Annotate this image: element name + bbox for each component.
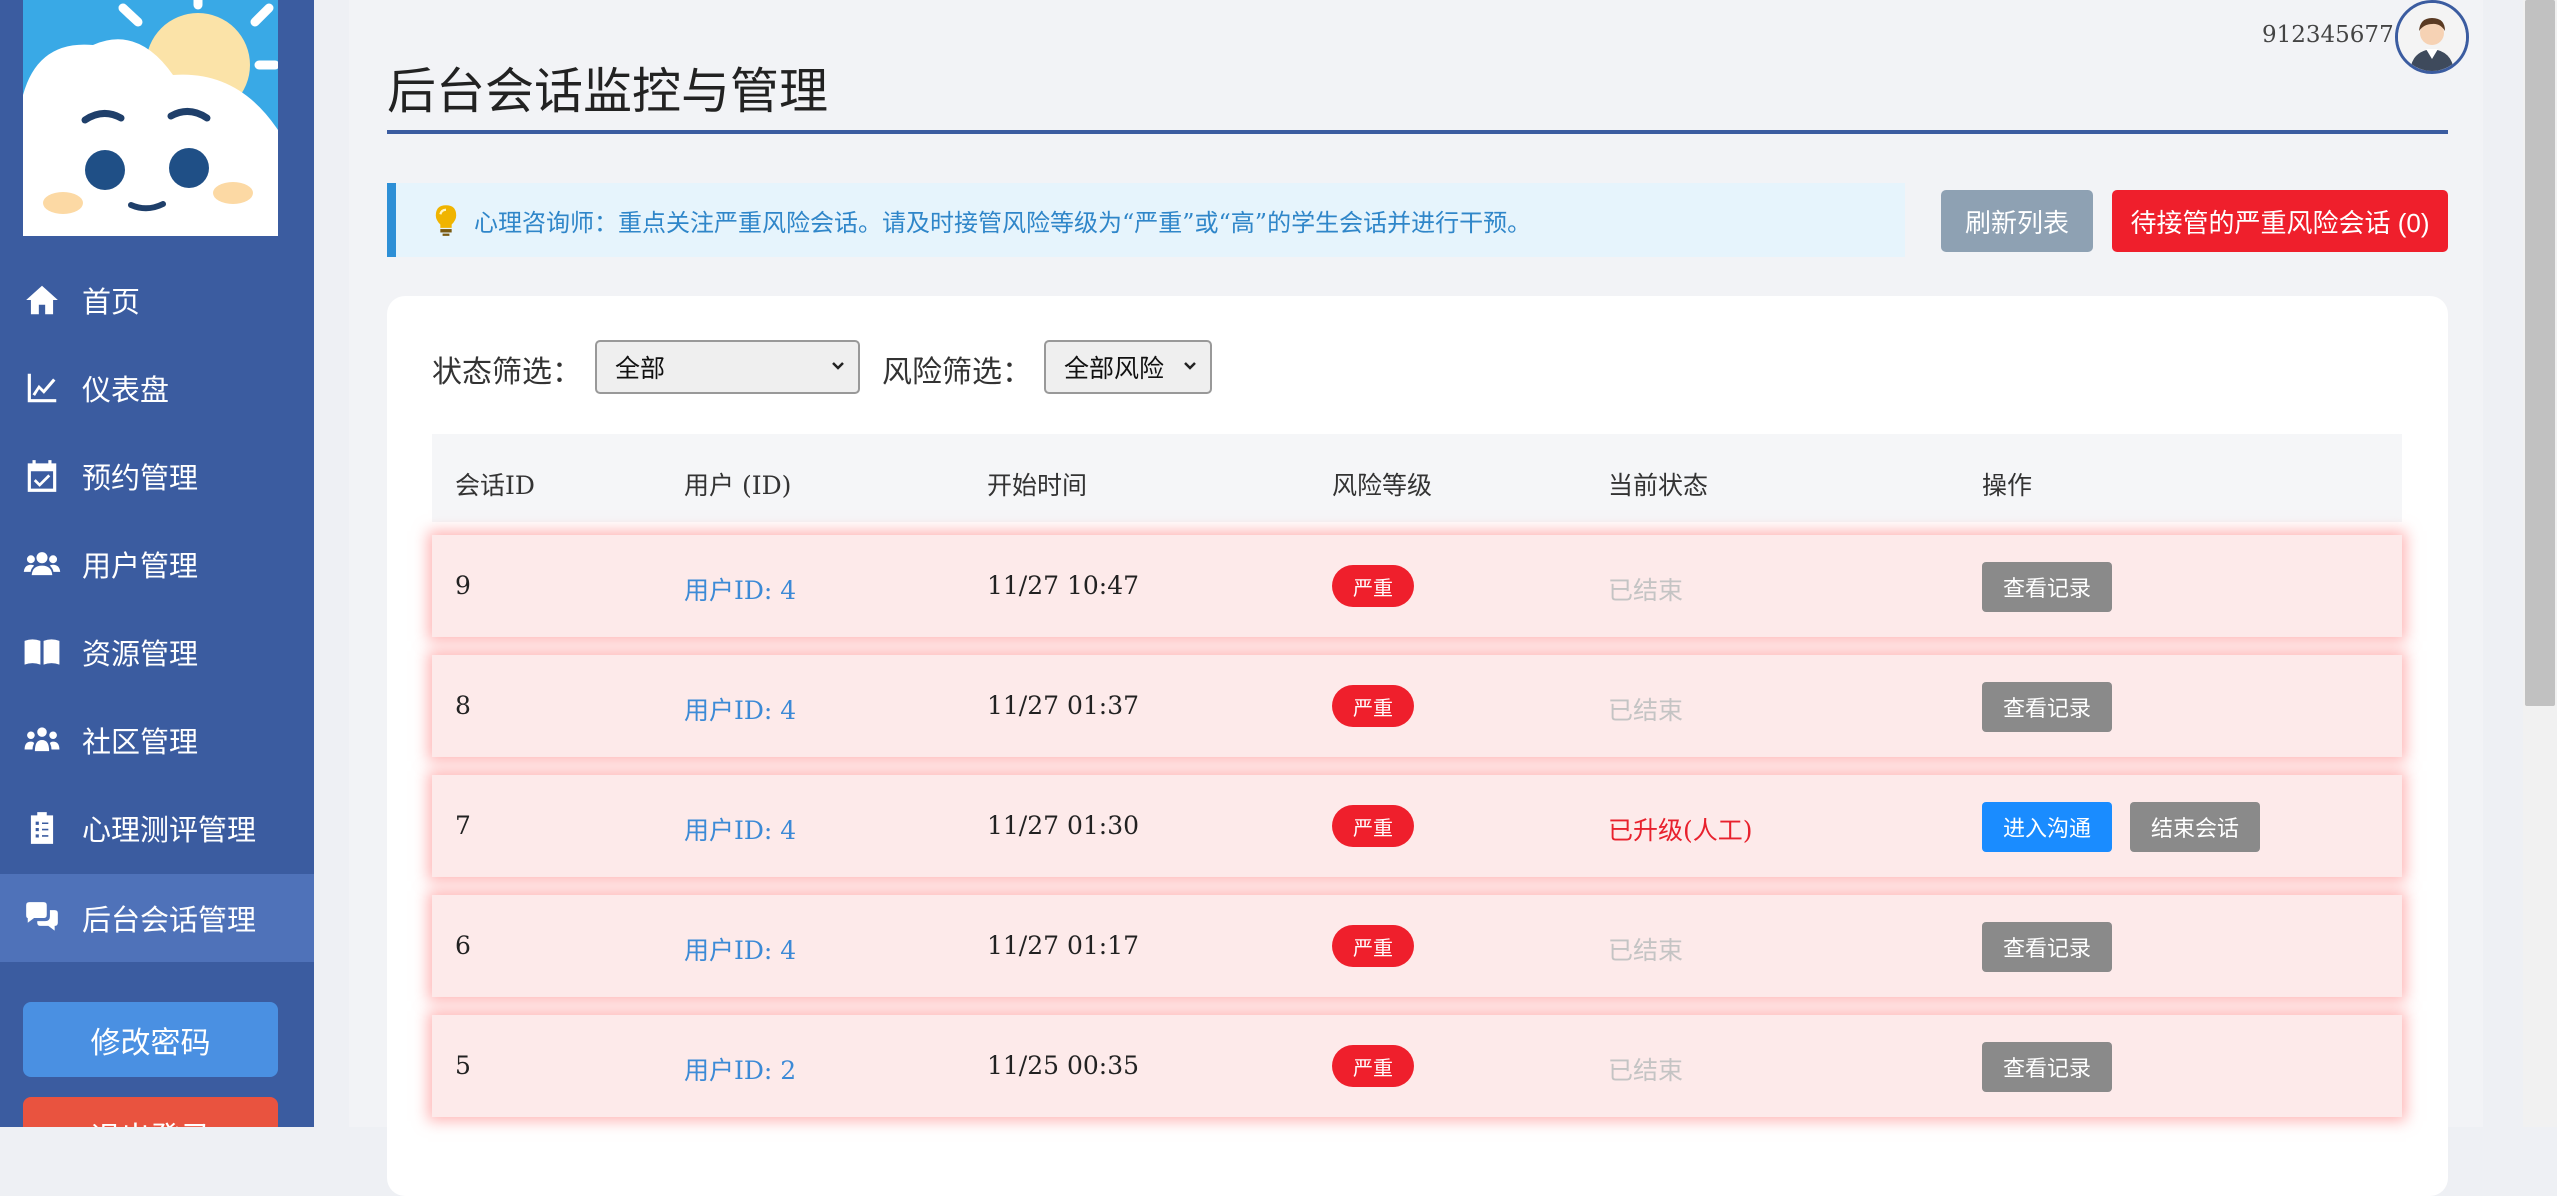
chat-icon: [22, 898, 62, 938]
sidebar-item-appointments[interactable]: 预约管理: [0, 432, 314, 520]
status-filter-select[interactable]: 全部: [595, 340, 860, 394]
view-record-button[interactable]: 查看记录: [1982, 682, 2112, 732]
sidebar-item-users[interactable]: 用户管理: [0, 520, 314, 608]
table-row: 7 用户ID: 4 11/27 01:30 严重 已升级(人工) 进入沟通 结束…: [432, 775, 2402, 877]
user-id-link[interactable]: 用户ID: 4: [684, 571, 796, 607]
view-record-button[interactable]: 查看记录: [1982, 1042, 2112, 1092]
enter-chat-button[interactable]: 进入沟通: [1982, 802, 2112, 852]
start-time-cell: 11/27 10:47: [987, 571, 1140, 600]
session-id-cell: 9: [455, 571, 471, 600]
table-row: 8 用户ID: 4 11/27 01:37 严重 已结束 查看记录: [432, 655, 2402, 757]
sidebar-item-label: 首页: [82, 285, 141, 319]
book-icon: [22, 632, 62, 672]
risk-badge: 严重: [1332, 685, 1414, 727]
status-cell: 已升级(人工): [1608, 816, 1753, 845]
page-title: 后台会话监控与管理: [387, 63, 829, 120]
session-id-cell: 7: [455, 811, 471, 840]
risk-badge: 严重: [1332, 1045, 1414, 1087]
column-header-user: 用户 (ID): [684, 471, 792, 500]
start-time-cell: 11/25 00:35: [987, 1051, 1140, 1080]
table-header: 会话ID 用户 (ID) 开始时间 风险等级 当前状态 操作: [432, 434, 2402, 522]
clipboard-icon: [22, 808, 62, 848]
refresh-list-button[interactable]: 刷新列表: [1941, 190, 2093, 252]
table-row: 5 用户ID: 2 11/25 00:35 严重 已结束 查看记录: [432, 1015, 2402, 1117]
calendar-check-icon: [22, 456, 62, 496]
session-id-cell: 5: [455, 1051, 471, 1080]
current-user-id: 912345677: [2262, 22, 2394, 48]
status-filter-label: 状态筛选：: [432, 355, 582, 390]
sidebar-item-label: 用户管理: [82, 549, 199, 583]
start-time-cell: 11/27 01:37: [987, 691, 1140, 720]
community-icon: [22, 720, 62, 760]
logo-mascot: [23, 0, 278, 236]
chevron-down-icon: [1184, 362, 1196, 370]
session-id-cell: 8: [455, 691, 471, 720]
user-id-link[interactable]: 用户ID: 4: [684, 691, 796, 727]
sidebar: 首页 仪表盘 预约管理 用户管理 资源管理 社区管理 心理测评管理 后台会话管理…: [0, 0, 314, 1127]
title-divider: [387, 130, 2448, 134]
tip-banner: 心理咨询师：重点关注严重风险会话。请及时接管风险等级为“严重”或“高”的学生会话…: [387, 183, 1905, 257]
user-id-link[interactable]: 用户ID: 4: [684, 931, 796, 967]
sidebar-item-dashboard[interactable]: 仪表盘: [0, 344, 314, 432]
sidebar-item-label: 后台会话管理: [82, 903, 257, 937]
status-cell: 已结束: [1608, 696, 1684, 725]
users-icon: [22, 544, 62, 584]
chart-line-icon: [22, 368, 62, 408]
start-time-cell: 11/27 01:30: [987, 811, 1140, 840]
table-row: 9 用户ID: 4 11/27 10:47 严重 已结束 查看记录: [432, 535, 2402, 637]
scrollbar-thumb[interactable]: [2525, 0, 2555, 706]
pending-sessions-button[interactable]: 待接管的严重风险会话 (0): [2112, 190, 2448, 252]
sidebar-item-sessions[interactable]: 后台会话管理: [0, 874, 314, 962]
logout-button[interactable]: 退出登录: [23, 1097, 278, 1127]
status-cell: 已结束: [1608, 1056, 1684, 1085]
sidebar-item-assessment[interactable]: 心理测评管理: [0, 784, 314, 872]
status-cell: 已结束: [1608, 576, 1684, 605]
view-record-button[interactable]: 查看记录: [1982, 562, 2112, 612]
sidebar-item-label: 心理测评管理: [82, 813, 257, 847]
sidebar-item-community[interactable]: 社区管理: [0, 696, 314, 784]
column-header-session-id: 会话ID: [455, 471, 535, 500]
end-session-button[interactable]: 结束会话: [2130, 802, 2260, 852]
session-id-cell: 6: [455, 931, 471, 960]
sidebar-item-label: 社区管理: [82, 725, 199, 759]
lightbulb-icon: [435, 205, 457, 236]
risk-filter-select[interactable]: 全部风险: [1044, 340, 1212, 394]
risk-badge: 严重: [1332, 925, 1414, 967]
column-header-risk: 风险等级: [1332, 471, 1433, 500]
sidebar-item-label: 资源管理: [82, 637, 199, 671]
home-icon: [22, 280, 62, 320]
risk-badge: 严重: [1332, 565, 1414, 607]
chevron-down-icon: [832, 362, 844, 370]
sidebar-item-label: 仪表盘: [82, 373, 170, 407]
status-filter-value: 全部: [615, 355, 666, 383]
column-header-status: 当前状态: [1608, 471, 1709, 500]
start-time-cell: 11/27 01:17: [987, 931, 1140, 960]
risk-filter-label: 风险筛选：: [882, 355, 1032, 390]
column-header-start-time: 开始时间: [987, 471, 1088, 500]
table-row: 6 用户ID: 4 11/27 01:17 严重 已结束 查看记录: [432, 895, 2402, 997]
avatar[interactable]: [2395, 0, 2469, 74]
user-id-link[interactable]: 用户ID: 2: [684, 1051, 796, 1087]
change-password-button[interactable]: 修改密码: [23, 1002, 278, 1077]
risk-badge: 严重: [1332, 805, 1414, 847]
risk-filter-value: 全部风险: [1064, 355, 1165, 383]
status-cell: 已结束: [1608, 936, 1684, 965]
sidebar-item-label: 预约管理: [82, 461, 199, 495]
tip-text: 心理咨询师：重点关注严重风险会话。请及时接管风险等级为“严重”或“高”的学生会话…: [474, 208, 1532, 237]
sidebar-item-resources[interactable]: 资源管理: [0, 608, 314, 696]
user-id-link[interactable]: 用户ID: 4: [684, 811, 796, 847]
sidebar-item-home[interactable]: 首页: [0, 256, 314, 344]
view-record-button[interactable]: 查看记录: [1982, 922, 2112, 972]
column-header-actions: 操作: [1982, 471, 2033, 500]
